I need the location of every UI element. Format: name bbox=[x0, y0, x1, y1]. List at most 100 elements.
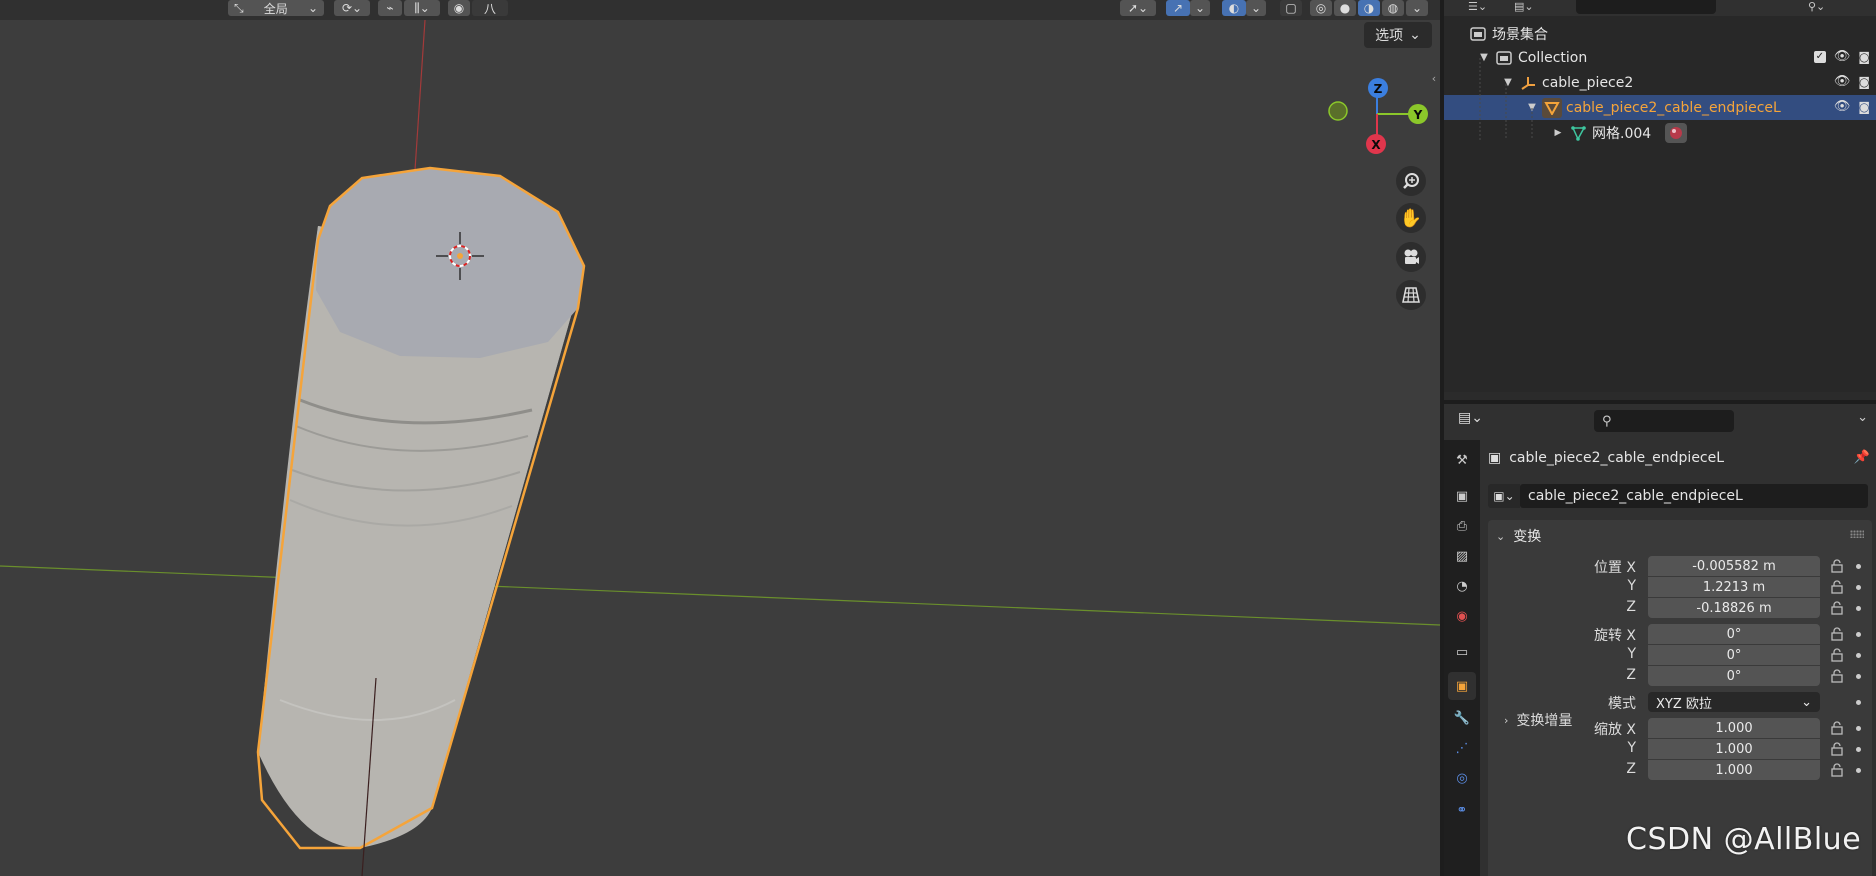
show-overlays-toggle[interactable]: ◐ bbox=[1222, 0, 1246, 16]
eye-icon[interactable]: 👁 bbox=[1834, 74, 1851, 89]
options-dropdown[interactable]: 选项 ⌄ bbox=[1364, 22, 1432, 48]
camera-render-icon[interactable]: ◙ bbox=[1858, 100, 1870, 114]
rendered-shading-button[interactable]: ◍ bbox=[1382, 0, 1404, 16]
keyframe-dot-icon[interactable] bbox=[1856, 585, 1861, 590]
zoom-button[interactable] bbox=[1396, 166, 1426, 196]
sidebar-toggle-icon[interactable]: ‹ bbox=[1428, 68, 1440, 88]
keyframe-dot-icon[interactable] bbox=[1856, 606, 1861, 611]
rotation-y-field[interactable]: 0° bbox=[1648, 645, 1820, 665]
keyframe-dot-icon[interactable] bbox=[1856, 768, 1861, 773]
eye-icon[interactable]: 👁 bbox=[1834, 49, 1851, 64]
lock-icon[interactable] bbox=[1830, 669, 1844, 683]
tab-object[interactable]: ▣ bbox=[1448, 672, 1476, 700]
drag-grip-icon[interactable] bbox=[1850, 530, 1864, 538]
expand-arrow-icon[interactable]: ▼ bbox=[1478, 52, 1490, 63]
expand-arrow-icon[interactable]: ▼ bbox=[1502, 77, 1514, 88]
selectability-dropdown[interactable]: ➚⌄ bbox=[1120, 0, 1156, 16]
delta-transform-subpanel[interactable]: › 变换增量 bbox=[1504, 710, 1572, 730]
proportional-falloff-dropdown[interactable]: 八 bbox=[472, 0, 508, 16]
camera-render-icon[interactable]: ◙ bbox=[1858, 75, 1870, 89]
show-gizmo-toggle[interactable]: ↗ bbox=[1166, 0, 1190, 16]
outliner-scrollbar[interactable] bbox=[1444, 392, 1876, 400]
keyframe-dot-icon[interactable] bbox=[1856, 700, 1861, 705]
lock-icon[interactable] bbox=[1830, 763, 1844, 777]
chevron-down-icon[interactable]: ⌄ bbox=[1857, 410, 1868, 425]
properties-search-input[interactable]: ⚲ bbox=[1594, 410, 1734, 432]
expand-arrow-icon[interactable]: ▶ bbox=[1552, 128, 1564, 138]
tab-collection[interactable]: ▭ bbox=[1448, 638, 1476, 666]
outliner-search-input[interactable] bbox=[1576, 0, 1716, 14]
rotation-mode-dropdown[interactable]: XYZ 欧拉 ⌄ bbox=[1648, 692, 1820, 712]
proportional-edit-toggle[interactable]: ◉ bbox=[448, 0, 470, 16]
ortho-toggle-button[interactable] bbox=[1396, 280, 1426, 310]
rotation-x-field[interactable]: 0° bbox=[1648, 624, 1820, 644]
filter-icon[interactable]: ⚲⌄ bbox=[1808, 0, 1825, 13]
lock-icon[interactable] bbox=[1830, 601, 1844, 615]
keyframe-dot-icon[interactable] bbox=[1856, 674, 1861, 679]
outliner-row-selected-object[interactable]: ▼ cable_piece2_cable_endpieceL 👁 ◙ bbox=[1444, 95, 1876, 120]
pin-icon[interactable]: 📌 bbox=[1854, 450, 1870, 465]
gizmo-dropdown[interactable]: ⌄ bbox=[1190, 0, 1210, 16]
pan-button[interactable]: ✋ bbox=[1396, 203, 1426, 233]
lock-icon[interactable] bbox=[1830, 742, 1844, 756]
lock-icon[interactable] bbox=[1830, 580, 1844, 594]
transform-panel-header[interactable]: ⌄ 变换 bbox=[1496, 524, 1541, 548]
keyframe-dot-icon[interactable] bbox=[1856, 632, 1861, 637]
pivot-point-dropdown[interactable]: ⟳⌄ bbox=[334, 0, 370, 16]
keyframe-dot-icon[interactable] bbox=[1856, 747, 1861, 752]
tab-render[interactable]: ▣ bbox=[1448, 482, 1476, 510]
expand-arrow-icon[interactable]: ▼ bbox=[1526, 102, 1538, 113]
overlays-dropdown[interactable]: ⌄ bbox=[1246, 0, 1266, 16]
wireframe-shading-button[interactable]: ◎ bbox=[1310, 0, 1332, 16]
tab-tool[interactable]: ⚒ bbox=[1448, 446, 1476, 474]
location-x-field[interactable]: -0.005582 m bbox=[1648, 556, 1820, 576]
solid-shading-button[interactable]: ● bbox=[1334, 0, 1356, 16]
keyframe-dot-icon[interactable] bbox=[1856, 726, 1861, 731]
transform-orientation-dropdown[interactable]: ⤡ 全局 ⌄ bbox=[228, 0, 324, 16]
outliner-row-mesh-data[interactable]: ▶ 网格.004 bbox=[1444, 120, 1876, 145]
rotation-z-field[interactable]: 0° bbox=[1648, 666, 1820, 686]
tab-constraints[interactable]: ⚭ bbox=[1448, 796, 1476, 824]
shading-dropdown[interactable]: ⌄ bbox=[1406, 0, 1428, 16]
scale-z-field[interactable]: 1.000 bbox=[1648, 760, 1820, 780]
keyframe-dot-icon[interactable] bbox=[1856, 653, 1861, 658]
camera-render-icon[interactable]: ◙ bbox=[1858, 50, 1870, 64]
object-type-dropdown[interactable]: ▣⌄ bbox=[1488, 484, 1520, 508]
snap-toggle[interactable]: ⌁ bbox=[378, 0, 402, 16]
material-shading-button[interactable]: ◑ bbox=[1358, 0, 1380, 16]
tab-scene[interactable]: ◔ bbox=[1448, 572, 1476, 600]
camera-view-button[interactable] bbox=[1396, 242, 1426, 272]
3d-viewport[interactable]: Z Y X ⤡ 全局 ⌄ ⟳⌄ ⌁ ⫼⌄ ◉ 八 ➚⌄ ↗ ⌄ ◐ ⌄ ▢ ◎ … bbox=[0, 0, 1440, 876]
outliner-row-scene-collection[interactable]: 场景集合 bbox=[1444, 21, 1876, 46]
scale-x-field[interactable]: 1.000 bbox=[1648, 718, 1820, 738]
snap-target-dropdown[interactable]: ⫼⌄ bbox=[404, 0, 440, 16]
world-icon: ◉ bbox=[1456, 608, 1468, 624]
tab-particles[interactable]: ⋰ bbox=[1448, 734, 1476, 762]
lock-icon[interactable] bbox=[1830, 648, 1844, 662]
scale-y-field[interactable]: 1.000 bbox=[1648, 739, 1820, 759]
eye-icon[interactable]: 👁 bbox=[1834, 99, 1851, 114]
lock-icon[interactable] bbox=[1830, 627, 1844, 641]
location-y-field[interactable]: 1.2213 m bbox=[1648, 577, 1820, 597]
outliner-row-cable-piece2[interactable]: ▼ cable_piece2 👁 ◙ bbox=[1444, 70, 1876, 95]
lock-icon[interactable] bbox=[1830, 559, 1844, 573]
checkbox-icon[interactable]: ✓ bbox=[1813, 50, 1826, 63]
outliner-row-collection[interactable]: ▼ Collection ✓ 👁 ◙ bbox=[1444, 45, 1876, 70]
gizmo-y-label: Y bbox=[1413, 108, 1423, 122]
display-mode-icon[interactable]: ▤⌄ bbox=[1514, 0, 1534, 13]
keyframe-dot-icon[interactable] bbox=[1856, 564, 1861, 569]
rotation-z-label: Z bbox=[1626, 667, 1636, 683]
tab-output[interactable]: ⎙ bbox=[1448, 512, 1476, 540]
editor-type-icon[interactable]: ☰⌄ bbox=[1468, 0, 1487, 13]
editor-type-icon[interactable]: ▤⌄ bbox=[1458, 410, 1483, 426]
tab-world[interactable]: ◉ bbox=[1448, 602, 1476, 630]
tab-modifiers[interactable]: 🔧 bbox=[1448, 704, 1476, 732]
location-z-field[interactable]: -0.18826 m bbox=[1648, 598, 1820, 618]
xray-toggle[interactable]: ▢ bbox=[1280, 0, 1302, 16]
tab-physics[interactable]: ◎ bbox=[1448, 764, 1476, 792]
lock-icon[interactable] bbox=[1830, 721, 1844, 735]
object-name-field[interactable]: cable_piece2_cable_endpieceL bbox=[1520, 484, 1868, 508]
tab-view-layer[interactable]: ▨ bbox=[1448, 542, 1476, 570]
material-icon[interactable] bbox=[1665, 122, 1688, 143]
location-x-value: -0.005582 m bbox=[1692, 558, 1776, 574]
